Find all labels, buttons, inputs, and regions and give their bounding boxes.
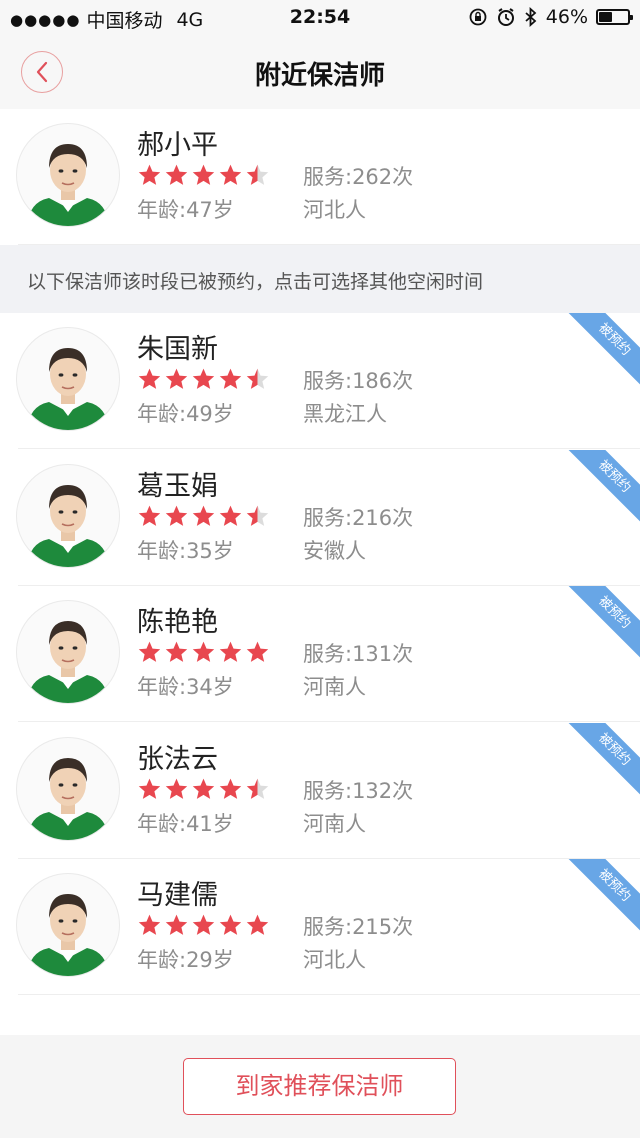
- rating-stars: [137, 913, 270, 938]
- cleaner-age: 年龄:35岁: [137, 538, 234, 563]
- star-icon: [219, 914, 242, 935]
- cleaner-age: 年龄:29岁: [137, 948, 234, 972]
- star-icon: [219, 505, 242, 526]
- booked-badge: 被预约: [560, 586, 640, 667]
- rating-stars: [137, 163, 270, 188]
- rotation-lock-icon: [469, 8, 487, 26]
- star-icon: [246, 641, 269, 662]
- nav-bar: 附近保洁师: [0, 36, 640, 110]
- cleaner-hometown: 黑龙江人: [303, 402, 387, 426]
- booked-badge: 被预约: [560, 313, 640, 394]
- star-icon: [138, 505, 161, 526]
- cleaner-name: 葛玉娟: [137, 470, 218, 502]
- booked-notice: 以下保洁师该时段已被预约，点击可选择其他空闲时间: [0, 245, 640, 313]
- star-icon: [165, 505, 188, 526]
- notice-text: 以下保洁师该时段已被预约，点击可选择其他空闲时间: [27, 271, 484, 293]
- avatar: [16, 327, 120, 431]
- avatar: [16, 873, 120, 977]
- star-icon: [165, 914, 188, 935]
- service-count: 服务:132次: [303, 778, 414, 803]
- cleaner-name: 马建儒: [137, 880, 218, 911]
- rating-stars: [137, 640, 270, 665]
- service-count: 服务:131次: [303, 642, 414, 666]
- cleaner-list-item[interactable]: 葛玉娟服务:216次年龄:35岁 安徽人 被预约: [0, 449, 640, 586]
- star-icon: [246, 914, 269, 935]
- cleaner-name: 朱国新: [137, 334, 218, 365]
- booked-badge: 被预约: [560, 859, 640, 940]
- star-icon: [138, 778, 161, 799]
- cleaner-name: 张法云: [137, 743, 218, 775]
- avatar: [16, 600, 120, 704]
- cleaner-hometown: 安徽人: [303, 538, 366, 563]
- star-icon: [219, 164, 242, 185]
- rating-stars: [137, 777, 270, 802]
- cleaner-list-item[interactable]: 张法云服务:132次年龄:41岁 河南人 被预约: [0, 722, 640, 859]
- star-icon: [138, 164, 161, 185]
- avatar-portrait-icon: [27, 894, 109, 976]
- avatar-portrait-icon: [27, 621, 109, 703]
- bluetooth-icon: [525, 7, 537, 27]
- star-icon: [192, 368, 215, 389]
- star-icon: [219, 641, 242, 662]
- star-icon: [138, 368, 161, 389]
- avatar-portrait-icon: [27, 348, 109, 430]
- service-count: 服务:186次: [303, 369, 414, 393]
- cleaner-list-item[interactable]: 朱国新服务:186次年龄:49岁 黑龙江人 被预约: [0, 313, 640, 449]
- cleaner-hometown: 河南人: [303, 675, 366, 699]
- booked-badge: 被预约: [560, 449, 640, 530]
- battery-icon: [596, 9, 633, 25]
- star-icon: [192, 641, 215, 662]
- cleaner-hometown: 河北人: [303, 948, 366, 972]
- avatar: [16, 463, 120, 568]
- star-icon: [165, 778, 188, 799]
- alarm-icon: [497, 8, 514, 26]
- cleaner-name: 陈艳艳: [137, 607, 218, 638]
- rating-stars: [137, 367, 270, 392]
- service-count: 服务:215次: [303, 915, 414, 939]
- cleaner-list-item[interactable]: 马建儒服务:215次年龄:29岁 河北人 被预约: [0, 859, 640, 995]
- rating-stars: [137, 504, 270, 529]
- cleaner-hometown: 河北人: [303, 198, 366, 222]
- avatar-portrait-icon: [27, 484, 109, 567]
- cleaner-age: 年龄:34岁: [137, 675, 234, 699]
- star-icon: [138, 641, 161, 662]
- star-icon: [246, 505, 269, 526]
- cleaner-list-item[interactable]: 郝小平服务:262次年龄:47岁 河北人: [0, 109, 640, 245]
- cleaner-list-item[interactable]: 陈艳艳服务:131次年龄:34岁 河南人 被预约: [0, 586, 640, 722]
- recommend-cleaner-button[interactable]: 到家推荐保洁师: [183, 1058, 456, 1115]
- star-icon: [246, 778, 269, 799]
- page-title: 附近保洁师: [254, 61, 385, 91]
- star-icon: [246, 164, 269, 185]
- cleaner-hometown: 河南人: [303, 811, 366, 836]
- avatar-portrait-icon: [27, 144, 109, 226]
- divider: [18, 994, 640, 995]
- star-icon: [219, 368, 242, 389]
- service-count: 服务:216次: [303, 505, 414, 530]
- cleaner-age: 年龄:47岁: [137, 198, 234, 222]
- bottom-bar: 到家推荐保洁师: [0, 1035, 640, 1138]
- cleaner-age: 年龄:49岁: [137, 402, 234, 426]
- star-icon: [192, 164, 215, 185]
- star-icon: [192, 914, 215, 935]
- avatar: [16, 736, 120, 841]
- star-icon: [219, 778, 242, 799]
- cleaner-age: 年龄:41岁: [137, 811, 234, 836]
- star-icon: [165, 164, 188, 185]
- star-icon: [192, 505, 215, 526]
- avatar: [16, 123, 120, 227]
- star-icon: [192, 778, 215, 799]
- booked-badge: 被预约: [560, 722, 640, 803]
- service-count: 服务:262次: [303, 165, 414, 189]
- avatar-portrait-icon: [27, 757, 109, 840]
- star-icon: [165, 641, 188, 662]
- status-bar: ●●●●● 中国移动 4G 22:54 46%: [0, 0, 640, 36]
- star-icon: [138, 914, 161, 935]
- cleaner-name: 郝小平: [137, 130, 218, 161]
- star-icon: [165, 368, 188, 389]
- star-icon: [246, 368, 269, 389]
- battery-percent: 46%: [545, 6, 588, 28]
